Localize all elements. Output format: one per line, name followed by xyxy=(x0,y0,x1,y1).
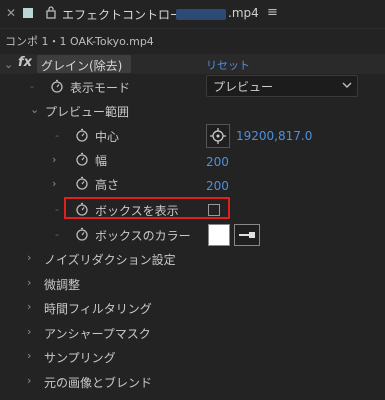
stopwatch-icon[interactable] xyxy=(50,79,64,93)
height-value[interactable]: 200 xyxy=(206,179,229,193)
property-group-label[interactable]: 時間フィルタリング xyxy=(44,300,152,317)
filename-redacted xyxy=(176,9,226,20)
height-label: 高さ xyxy=(95,178,120,192)
width-label: 幅 xyxy=(95,154,108,168)
effect-name: グレイン(除去) xyxy=(41,59,123,73)
fx-toggle-icon[interactable]: fx xyxy=(18,55,32,70)
eyedropper-icon xyxy=(239,232,255,238)
preview-range-label: プレビュー範囲 xyxy=(45,105,130,119)
close-icon[interactable]: ✕ xyxy=(6,6,16,20)
expand-arrow-icon[interactable]: › xyxy=(27,374,31,387)
stopwatch-icon[interactable] xyxy=(75,176,89,190)
lock-icon[interactable] xyxy=(45,5,57,22)
box-color-swatch[interactable] xyxy=(208,224,230,246)
expand-arrow-icon[interactable]: › xyxy=(27,325,31,338)
property-group-label[interactable]: 元の画像とブレンド xyxy=(44,374,152,391)
box-color-label: ボックスのカラー xyxy=(95,229,191,243)
panel-tab-bar: ✕ エフェクトコントロール .mp4 ≡ xyxy=(0,0,385,29)
expand-arrow-icon[interactable]: › xyxy=(27,349,31,362)
center-target-button[interactable] xyxy=(206,124,230,148)
tree-dash: - xyxy=(30,80,34,93)
center-value[interactable]: 19200,817.0 xyxy=(236,129,312,143)
tree-dash: - xyxy=(55,228,59,241)
annotation-highlight-box xyxy=(64,197,230,219)
eyedropper-button[interactable] xyxy=(234,224,260,246)
panel-color-icon xyxy=(23,8,33,18)
tree-dash: - xyxy=(55,129,59,142)
property-group-label[interactable]: 微調整 xyxy=(44,276,80,293)
property-group-label[interactable]: ノイズリダクション設定 xyxy=(44,251,176,268)
tree-dash: - xyxy=(55,203,59,216)
property-group-label[interactable]: サンプリング xyxy=(44,349,116,366)
width-value[interactable]: 200 xyxy=(206,155,229,169)
stopwatch-icon[interactable] xyxy=(75,152,89,166)
expand-arrow-icon[interactable]: › xyxy=(27,251,31,264)
panel-title[interactable]: エフェクトコントロール xyxy=(62,6,194,23)
panel-menu-icon[interactable]: ≡ xyxy=(267,5,278,20)
property-group-label[interactable]: アンシャープマスク xyxy=(44,325,151,342)
reset-link[interactable]: リセット xyxy=(206,57,250,73)
display-mode-dropdown[interactable]: プレビュー xyxy=(206,75,358,97)
effect-name-box[interactable]: グレイン(除去) xyxy=(37,55,131,73)
stopwatch-icon[interactable] xyxy=(75,128,89,142)
expand-arrow-icon[interactable]: ⌄ xyxy=(30,103,39,116)
crosshair-icon xyxy=(210,128,226,144)
composition-label: コンポ 1・1 OAK-Tokyo.mp4 xyxy=(5,35,154,48)
filename-extension: .mp4 xyxy=(228,6,259,20)
stopwatch-icon[interactable] xyxy=(75,227,89,241)
expand-arrow-icon[interactable]: › xyxy=(27,276,31,289)
display-mode-value: プレビュー xyxy=(213,80,274,94)
expand-arrow-icon[interactable]: › xyxy=(52,177,56,190)
expand-arrow-icon[interactable]: › xyxy=(52,153,56,166)
expand-arrow-icon[interactable]: › xyxy=(27,300,31,313)
display-mode-label: 表示モード xyxy=(70,81,131,95)
center-label: 中心 xyxy=(95,130,120,144)
chevron-down-icon xyxy=(341,79,353,94)
collapse-arrow-icon[interactable]: ⌄ xyxy=(4,58,13,71)
